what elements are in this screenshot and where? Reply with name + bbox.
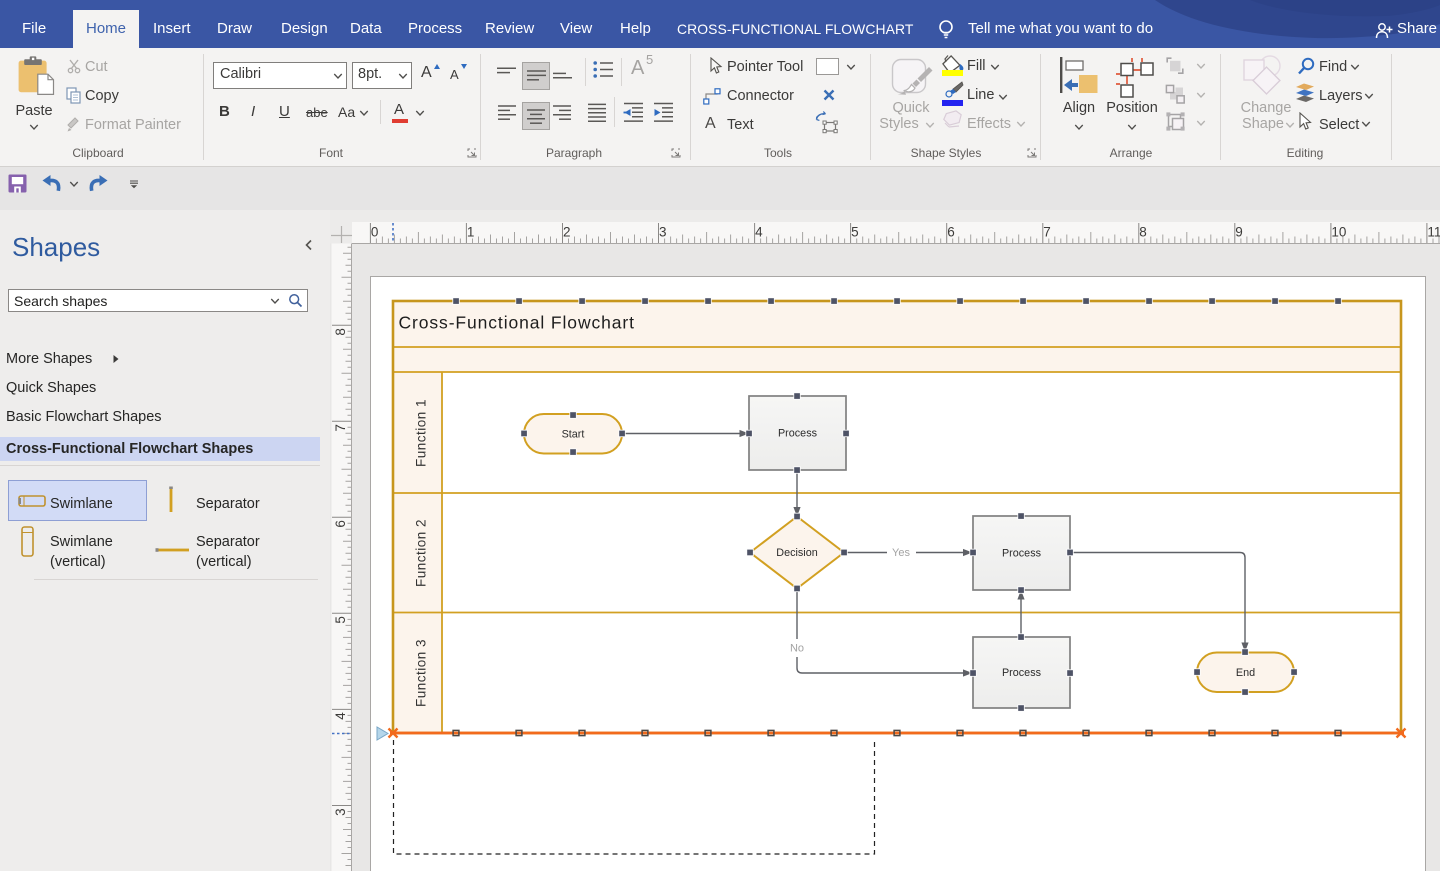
svg-text:4: 4	[755, 225, 763, 240]
svg-text:3: 3	[333, 808, 348, 816]
svg-text:No: No	[790, 643, 804, 655]
svg-text:8: 8	[333, 328, 348, 336]
svg-text:Function 1: Function 1	[414, 399, 429, 467]
svg-text:6: 6	[333, 520, 348, 528]
svg-text:5: 5	[333, 616, 348, 624]
svg-text:10: 10	[1331, 225, 1346, 240]
svg-text:1: 1	[467, 225, 475, 240]
svg-text:Process: Process	[1002, 548, 1042, 560]
svg-text:6: 6	[947, 225, 955, 240]
svg-text:2: 2	[563, 225, 571, 240]
svg-text:Cross-Functional Flowchart: Cross-Functional Flowchart	[399, 313, 635, 333]
svg-text:9: 9	[1235, 225, 1243, 240]
svg-text:4: 4	[333, 712, 348, 720]
svg-text:3: 3	[659, 225, 667, 240]
svg-text:Function 2: Function 2	[414, 519, 429, 587]
svg-text:Decision: Decision	[776, 547, 817, 559]
svg-text:0: 0	[371, 225, 379, 240]
svg-text:5: 5	[851, 225, 859, 240]
svg-text:Process: Process	[1002, 667, 1042, 679]
svg-text:End: End	[1236, 667, 1255, 679]
svg-text:7: 7	[333, 424, 348, 432]
svg-text:Function 3: Function 3	[414, 639, 429, 707]
svg-text:8: 8	[1139, 225, 1147, 240]
svg-text:7: 7	[1043, 225, 1051, 240]
svg-text:Yes: Yes	[892, 547, 910, 559]
svg-text:11: 11	[1427, 225, 1440, 240]
svg-text:Process: Process	[778, 428, 818, 440]
svg-text:Start: Start	[562, 428, 585, 440]
